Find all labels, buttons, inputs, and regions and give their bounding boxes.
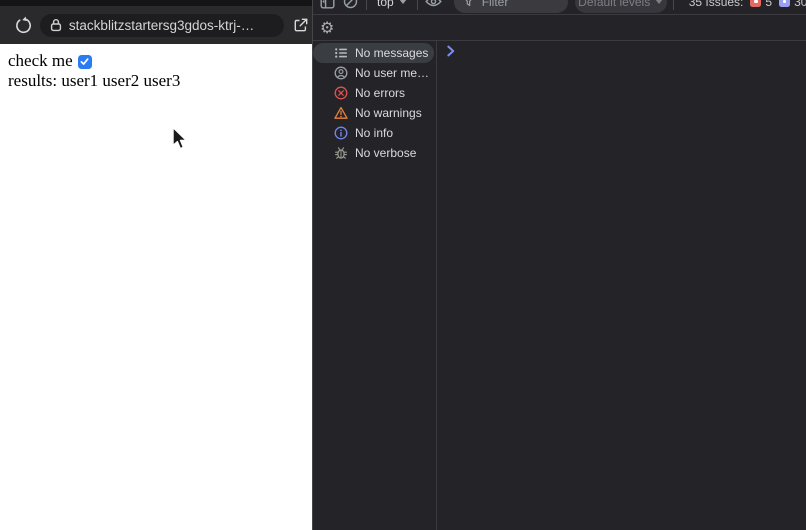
info-icon <box>334 126 348 140</box>
gear-icon: ⚙ <box>320 17 335 37</box>
page-content: check me results: user1 user2 user3 <box>0 44 312 530</box>
console-settings-button[interactable]: ⚙ <box>318 17 336 37</box>
sidebar-item-label: No verbose <box>355 146 417 160</box>
issue-info-count: 30 <box>794 0 806 9</box>
chevron-down-icon <box>655 0 664 4</box>
live-expression-button[interactable] <box>424 0 444 12</box>
warning-icon <box>334 106 348 120</box>
devtools-panel: top Filter Default levels 35 Issues: 5 3… <box>312 0 806 530</box>
browser-toolbar: stackblitzstartersg3gdos-ktrj-… <box>0 6 312 44</box>
url-bar[interactable]: stackblitzstartersg3gdos-ktrj-… <box>39 13 285 37</box>
filter-box[interactable] <box>453 0 568 13</box>
clear-console-icon <box>343 0 358 9</box>
context-selector[interactable]: top <box>373 0 411 9</box>
sidebar-item-label: No user mes… <box>355 66 433 80</box>
log-levels-label: Default levels <box>578 0 651 9</box>
open-external-button[interactable] <box>290 14 312 36</box>
sidebar-item-label: No messages <box>355 46 429 60</box>
sidebar-item-no-errors[interactable]: No errors <box>313 83 436 103</box>
check-me-checkbox[interactable] <box>77 54 92 69</box>
results-text: results: user1 user2 user3 <box>8 71 181 90</box>
sidebar-item-label: No info <box>355 126 394 140</box>
list-icon <box>334 46 348 60</box>
open-external-icon <box>292 16 310 34</box>
sidebar-item-no-info[interactable]: No info <box>313 123 436 143</box>
checkmark-icon <box>80 58 89 65</box>
log-levels-dropdown[interactable]: Default levels <box>574 0 667 13</box>
dock-side-button[interactable] <box>317 0 337 12</box>
user-icon <box>334 66 348 80</box>
sidebar-item-label: No errors <box>355 86 406 100</box>
sidebar-item-no-user-messages[interactable]: No user mes… <box>313 63 436 83</box>
console-toolbar: top Filter Default levels 35 Issues: 5 3 <box>313 0 806 15</box>
sidebar-item-label: No warnings <box>355 106 422 120</box>
sidebar-item-no-messages[interactable]: No messages <box>313 43 434 63</box>
reload-button[interactable] <box>13 14 35 36</box>
checkbox-row: check me <box>8 51 312 71</box>
dock-side-icon <box>320 0 335 9</box>
checkbox-label: check me <box>8 51 73 70</box>
toolbar-divider <box>416 0 418 10</box>
issue-error-count: 5 <box>765 0 773 9</box>
toolbar-divider <box>366 0 367 10</box>
chevron-down-icon <box>398 0 407 4</box>
context-selector-label: top <box>377 0 394 9</box>
console-output[interactable] <box>438 41 806 530</box>
issue-error-icon <box>750 0 762 7</box>
console-settings-row: ⚙ <box>313 15 806 41</box>
console-prompt-icon <box>447 45 455 60</box>
url-text: stackblitzstartersg3gdos-ktrj-… <box>68 17 255 33</box>
clear-console-button[interactable] <box>340 0 360 12</box>
eye-icon <box>425 0 442 8</box>
toolbar-divider <box>672 0 674 10</box>
filter-input[interactable] <box>479 0 559 10</box>
error-icon <box>334 86 348 100</box>
verbose-icon <box>334 146 348 160</box>
sidebar-item-no-verbose[interactable]: No verbose <box>313 143 436 163</box>
console-sidebar: No messages No user mes… No errors No wa… <box>313 41 437 530</box>
screen: stackblitzstartersg3gdos-ktrj-… check me <box>0 0 806 530</box>
lock-icon <box>50 18 62 32</box>
browser-preview-window: stackblitzstartersg3gdos-ktrj-… check me <box>0 0 312 530</box>
issues-counter[interactable]: 35 Issues: 5 30 <box>689 0 806 9</box>
issues-label: 35 Issues: <box>688 0 744 9</box>
issue-info-icon <box>779 0 791 7</box>
sidebar-item-no-warnings[interactable]: No warnings <box>313 103 436 123</box>
funnel-icon <box>463 0 474 7</box>
reload-icon <box>14 16 33 35</box>
